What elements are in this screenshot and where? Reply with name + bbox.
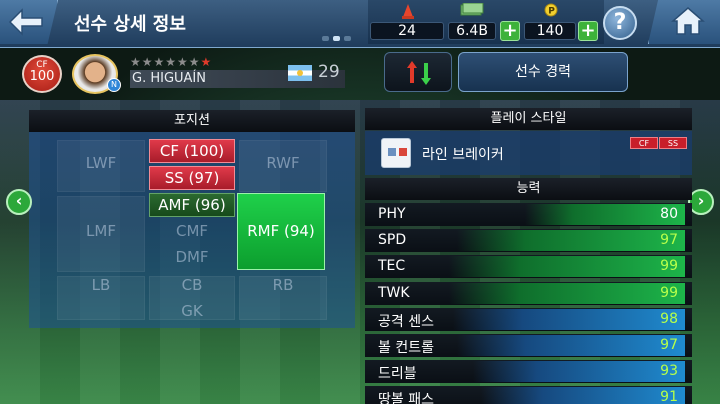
ability-value: 91 [660, 389, 678, 404]
back-arrow-icon [8, 8, 43, 36]
ability-value: 98 [660, 311, 678, 327]
ability-label: 땅볼 패스 [378, 392, 434, 404]
ability-bar [457, 335, 685, 356]
position-rb: RB [272, 276, 294, 294]
abilities-title: 능력 [365, 178, 692, 200]
ability-row: TEC 99 [365, 255, 692, 278]
position-gk: GK [181, 302, 203, 320]
position-cmf: CMF [175, 222, 209, 240]
ability-label: 공격 센스 [378, 314, 434, 330]
position-cb: CB [181, 276, 203, 294]
ability-label: 드리블 [378, 366, 417, 382]
player-position-badge: CF 100 [22, 55, 62, 93]
ability-bar [449, 256, 685, 277]
club-badge: N [107, 78, 121, 92]
playstyle-card[interactable]: 라인 브레이커 CF SS [365, 131, 692, 175]
ability-label: 볼 컨트롤 [378, 340, 434, 356]
position-lb: LB [91, 276, 111, 294]
ability-row: TWK 99 [365, 282, 692, 305]
home-button[interactable] [648, 0, 720, 44]
position-panel-title: 포지션 [29, 110, 355, 132]
add-points-button[interactable]: + [578, 21, 598, 41]
position-cf: CF (100) [149, 139, 235, 163]
playstyle-tag: CF [630, 137, 658, 149]
ability-bar [457, 230, 685, 251]
position-rmf: RMF (94) [237, 193, 325, 270]
star-icon: ★★★★★★ [130, 55, 201, 69]
player-name: G. HIGUAÍN [130, 70, 345, 88]
ability-label: TEC [378, 258, 406, 274]
player-overall: 100 [29, 69, 55, 84]
ability-value: 99 [660, 258, 678, 274]
ability-value: 97 [660, 232, 678, 248]
player-stars: ★★★★★★★ [130, 55, 212, 69]
ability-row: 공격 센스 98 [365, 308, 692, 331]
points-count: 140 [524, 22, 576, 40]
ability-row: 드리블 93 [365, 360, 692, 383]
page-indicator [322, 36, 351, 41]
ability-row: SPD 97 [365, 229, 692, 252]
ability-value: 99 [660, 285, 678, 301]
ability-bar [449, 283, 685, 304]
nation-flag-icon [288, 65, 312, 81]
ability-row: 볼 컨트롤 97 [365, 334, 692, 357]
playstyle-tag: SS [659, 137, 687, 149]
swap-arrows-icon [407, 61, 431, 85]
ability-bar [481, 387, 685, 404]
compare-button[interactable] [384, 52, 452, 92]
ability-bar [453, 309, 685, 330]
position-dmf: DMF [175, 248, 209, 266]
ability-label: SPD [378, 232, 407, 248]
playstyle-name: 라인 브레이커 [422, 147, 504, 163]
position-panel: 포지션 LWF RWF LMF CMF DMF LB CB RB GK CF (… [29, 110, 355, 328]
ability-value: 97 [660, 337, 678, 353]
help-button[interactable]: ? [603, 6, 637, 40]
position-rwf: RWF [266, 154, 300, 172]
cone-count: 24 [370, 22, 444, 40]
position-ss: SS (97) [149, 166, 235, 190]
ability-row: 땅볼 패스 91 [365, 386, 692, 404]
position-lmf: LMF [86, 222, 116, 240]
ability-label: PHY [378, 206, 406, 222]
top-bar: 선수 상세 정보 24 6.4B + P 140 + ? [0, 0, 720, 48]
back-button[interactable] [0, 0, 58, 44]
add-money-button[interactable]: + [500, 21, 520, 41]
ability-label: TWK [378, 285, 410, 301]
previous-player-button[interactable]: ‹ [6, 189, 32, 215]
cone-icon [402, 4, 414, 19]
playstyle-icon [381, 138, 411, 168]
point-coin-icon: P [544, 3, 558, 17]
cash-icon [460, 3, 484, 16]
ability-row: PHY 80 [365, 203, 692, 226]
ability-value: 80 [660, 206, 678, 222]
ability-bar [473, 361, 685, 382]
position-lwf: LWF [85, 154, 117, 172]
money-count: 6.4B [448, 22, 496, 40]
ability-value: 93 [660, 363, 678, 379]
resource-bar: 24 6.4B + P 140 + [368, 0, 604, 44]
star-icon: ★ [200, 55, 213, 69]
position-amf: AMF (96) [149, 193, 235, 217]
svg-text:P: P [548, 7, 555, 17]
career-button[interactable]: 선수 경력 [458, 52, 628, 92]
player-age: 29 [318, 62, 340, 82]
page-title: 선수 상세 정보 [74, 14, 186, 35]
playstyle-title: 플레이 스타일 [365, 108, 692, 130]
home-icon [671, 7, 705, 35]
